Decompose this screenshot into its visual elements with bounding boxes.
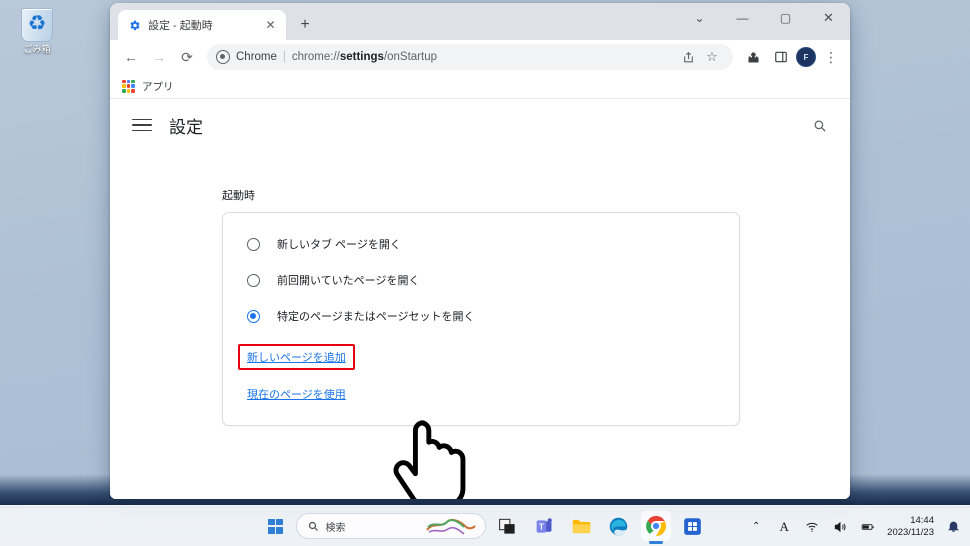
tab-title: 設定 - 起動時 [148,20,213,32]
maximize-button[interactable]: ▢ [764,3,807,33]
tab-search-button[interactable]: ⌄ [678,3,721,33]
taskbar-search-placeholder: 検索 [325,522,346,534]
taskbar-app-microsoft-store[interactable] [678,511,708,541]
search-icon[interactable] [808,114,830,136]
settings-page: 設定 起動時 新しいタブ ページを開く 前回開いていたページを開く 特定のページ… [110,99,850,499]
taskbar-app-microsoft-edge[interactable] [604,511,634,541]
battery-icon[interactable] [859,518,877,536]
url-suffix: /onStartup [383,51,438,63]
windows-taskbar: 検索 T ⌃ A 14:44 2023/11/23 [0,505,970,546]
taskbar-app-microsoft-teams[interactable]: T [530,511,560,541]
task-view-icon [499,518,515,534]
extensions-puzzle-icon[interactable] [740,44,766,70]
file-explorer-icon [572,519,591,533]
microsoft-store-icon [684,517,701,535]
taskbar-center-group: 検索 T [263,511,708,541]
add-new-page-row: 新しいページを追加 [223,344,739,370]
google-chrome-icon [645,515,666,537]
windows-logo-icon [268,518,283,534]
radio-option-label: 前回開いていたページを開く [277,275,420,287]
radio-button-icon[interactable] [247,273,260,287]
address-bar[interactable]: Chrome | chrome://settings/onStartup ☆ [207,44,733,70]
bookmark-star-icon[interactable]: ☆ [701,46,723,68]
settings-body: 起動時 新しいタブ ページを開く 前回開いていたページを開く 特定のページまたは… [110,151,850,426]
close-window-button[interactable]: ✕ [807,3,850,33]
new-tab-button[interactable]: + [292,12,318,38]
omnibox-actions: ☆ [677,46,723,68]
hamburger-icon[interactable] [132,118,152,132]
taskbar-app-file-explorer[interactable] [567,511,597,541]
radio-option-label: 新しいタブ ページを開く [277,239,401,251]
start-button[interactable] [263,513,289,539]
microsoft-teams-icon: T [536,517,552,533]
share-icon[interactable] [677,46,699,68]
recycle-bin-icon [21,8,53,42]
ime-indicator-icon[interactable]: A [775,518,793,536]
radio-option-new-tab[interactable]: 新しいタブ ページを開く [223,226,739,262]
profile-avatar[interactable]: F [796,47,816,67]
omnibox-url: chrome://settings/onStartup [292,51,437,63]
radio-button-icon-selected[interactable] [247,309,260,323]
settings-gear-icon [128,19,141,32]
bookmark-apps-label[interactable]: アプリ [142,79,174,94]
radio-button-icon[interactable] [247,237,260,251]
window-controls: ⌄ — ▢ ✕ [678,3,850,33]
taskbar-clock[interactable]: 14:44 2023/11/23 [887,515,934,539]
volume-icon[interactable] [831,518,849,536]
chrome-menu-button[interactable]: ⋮ [818,44,844,70]
wifi-icon[interactable] [803,518,821,536]
url-prefix: chrome:// [291,51,340,63]
tab-close-icon[interactable]: ✕ [263,18,278,33]
taskbar-app-google-chrome[interactable] [640,511,671,541]
taskbar-app-task-view[interactable] [493,511,523,541]
desktop-icon-recycle-bin[interactable]: ごみ箱 [6,8,68,55]
chrome-product-icon [216,50,230,64]
omnibox-separator: | [282,51,286,63]
startup-options-card: 新しいタブ ページを開く 前回開いていたページを開く 特定のページまたはページセ… [222,212,740,426]
side-panel-icon[interactable] [768,44,794,70]
radio-option-specific-pages[interactable]: 特定のページまたはページセットを開く [223,298,739,334]
omnibox-brand: Chrome [236,51,277,63]
browser-toolbar: ← → ⟳ Chrome | chrome://settings/onStart… [110,40,850,74]
add-new-page-link[interactable]: 新しいページを追加 [247,352,346,364]
forward-button[interactable]: → [146,44,172,70]
minimize-button[interactable]: — [721,3,764,33]
desktop-icon-label: ごみ箱 [23,44,51,54]
back-button[interactable]: ← [118,44,144,70]
reload-button[interactable]: ⟳ [174,44,200,70]
tray-overflow-icon[interactable]: ⌃ [747,518,765,536]
system-tray: ⌃ A 14:44 2023/11/23 [747,506,962,546]
url-bold: settings [339,51,384,63]
settings-header: 設定 [110,99,850,151]
svg-text:T: T [539,522,544,531]
search-decoration-icon [425,518,476,535]
tab-strip: 設定 - 起動時 ✕ + ⌄ — ▢ ✕ [110,3,850,40]
bookmarks-bar: アプリ [110,74,850,99]
clock-time: 14:44 [910,514,934,526]
radio-option-continue[interactable]: 前回開いていたページを開く [223,262,739,298]
bell-icon[interactable] [944,518,962,536]
page-title: 設定 [169,117,203,137]
use-current-pages-row: 現在のページを使用 [223,385,739,403]
radio-option-label: 特定のページまたはページセットを開く [277,311,475,323]
chrome-browser-window: 設定 - 起動時 ✕ + ⌄ — ▢ ✕ ← → ⟳ Chrome | chro… [110,3,850,499]
highlight-annotation-box: 新しいページを追加 [238,344,355,370]
hand-pointer-cursor [393,420,466,499]
search-icon [308,521,318,531]
taskbar-search-box[interactable]: 検索 [295,513,486,539]
clock-date: 2023/11/23 [887,526,934,538]
section-label-on-startup: 起動時 [222,190,255,202]
use-current-pages-link[interactable]: 現在のページを使用 [247,386,346,402]
apps-grid-icon [122,79,135,93]
microsoft-edge-icon [609,517,628,535]
browser-tab-settings[interactable]: 設定 - 起動時 ✕ [118,10,286,40]
